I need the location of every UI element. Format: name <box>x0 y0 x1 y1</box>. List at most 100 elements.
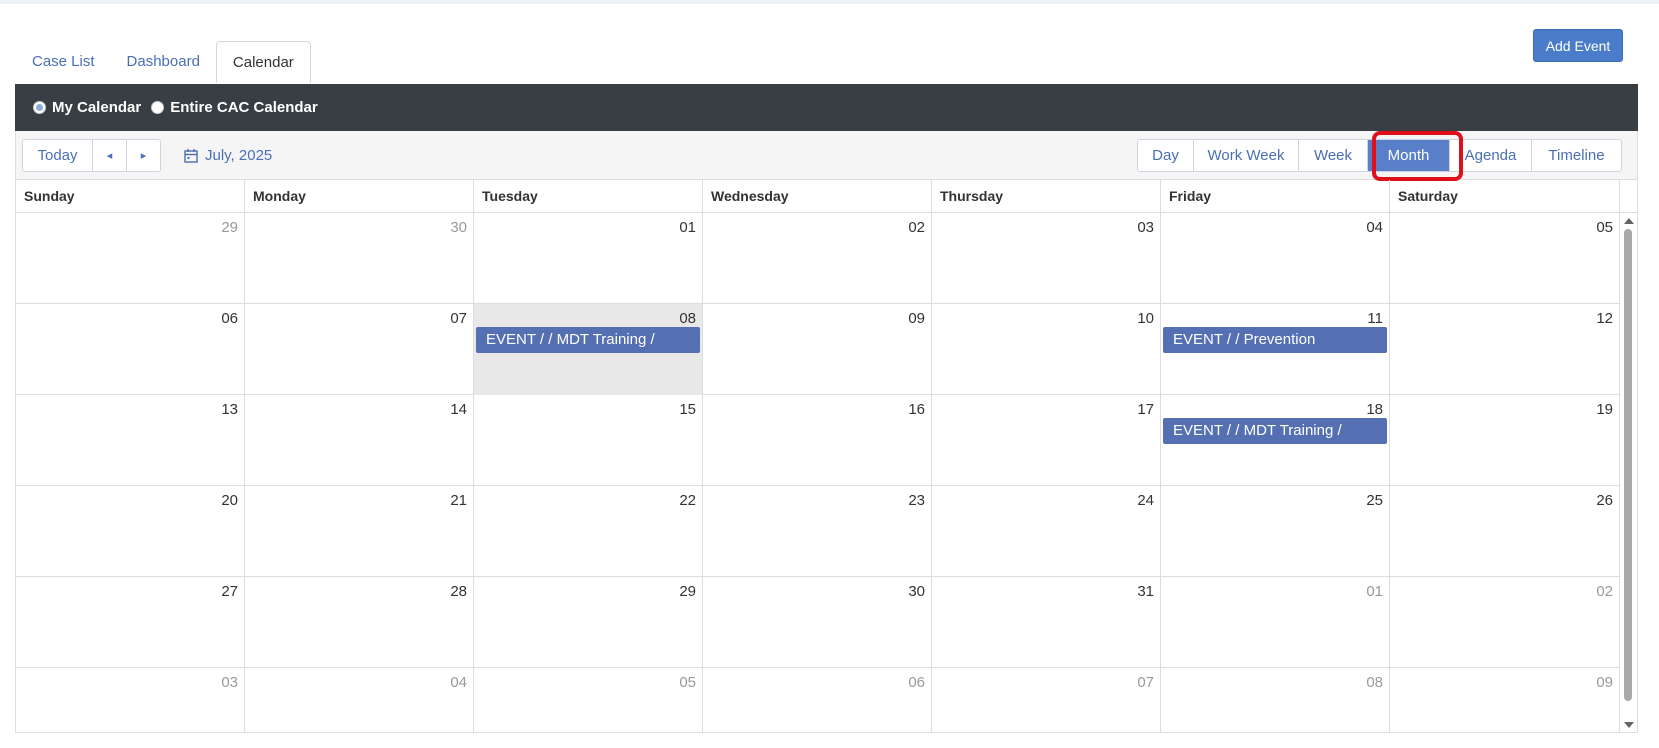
day-cell[interactable]: 21 <box>245 486 474 577</box>
day-cell[interactable]: 08 <box>1161 668 1390 732</box>
day-number[interactable]: 09 <box>1596 674 1613 691</box>
calendar-scrollbar[interactable] <box>1622 213 1635 732</box>
day-cell[interactable]: 09 <box>703 304 932 395</box>
day-number[interactable]: 23 <box>908 492 925 509</box>
day-number[interactable]: 19 <box>1596 401 1613 418</box>
day-cell[interactable]: 24 <box>932 486 1161 577</box>
day-cell[interactable]: 05 <box>474 668 703 732</box>
tab-calendar[interactable]: Calendar <box>215 41 311 83</box>
day-cell[interactable]: 08 EVENT / / MDT Training / <box>474 304 703 395</box>
day-number[interactable]: 06 <box>221 310 238 327</box>
day-cell[interactable]: 29 <box>474 577 703 668</box>
day-number[interactable]: 08 <box>679 310 696 327</box>
day-cell[interactable]: 26 <box>1390 486 1620 577</box>
day-number[interactable]: 07 <box>450 310 467 327</box>
calendar-event[interactable]: EVENT / / Prevention <box>1163 327 1387 353</box>
day-number[interactable]: 18 <box>1366 401 1383 418</box>
day-number[interactable]: 20 <box>221 492 238 509</box>
day-cell[interactable]: 01 <box>1161 577 1390 668</box>
day-number[interactable]: 16 <box>908 401 925 418</box>
scrollbar-thumb[interactable] <box>1624 229 1632 701</box>
day-cell[interactable]: 10 <box>932 304 1161 395</box>
scroll-down-arrow-icon[interactable] <box>1624 722 1634 728</box>
entire-cac-calendar-radio[interactable] <box>151 101 165 114</box>
day-number[interactable]: 30 <box>450 219 467 236</box>
day-cell[interactable]: 03 <box>16 668 245 732</box>
calendar-event[interactable]: EVENT / / MDT Training / <box>476 327 700 353</box>
my-calendar-radio[interactable] <box>33 101 46 114</box>
day-number[interactable]: 25 <box>1366 492 1383 509</box>
day-number[interactable]: 08 <box>1366 674 1383 691</box>
day-number[interactable]: 22 <box>679 492 696 509</box>
day-cell[interactable]: 29 <box>16 213 245 304</box>
day-number[interactable]: 27 <box>221 583 238 600</box>
day-cell[interactable]: 22 <box>474 486 703 577</box>
day-number[interactable]: 15 <box>679 401 696 418</box>
day-number[interactable]: 12 <box>1596 310 1613 327</box>
day-number[interactable]: 29 <box>679 583 696 600</box>
day-cell[interactable]: 06 <box>703 668 932 732</box>
day-number[interactable]: 17 <box>1137 401 1154 418</box>
day-cell[interactable]: 04 <box>245 668 474 732</box>
day-number[interactable]: 21 <box>450 492 467 509</box>
day-number[interactable]: 10 <box>1137 310 1154 327</box>
day-number[interactable]: 07 <box>1137 674 1154 691</box>
day-cell[interactable]: 30 <box>703 577 932 668</box>
day-cell[interactable]: 01 <box>474 213 703 304</box>
day-cell[interactable]: 09 <box>1390 668 1620 732</box>
day-cell[interactable]: 06 <box>16 304 245 395</box>
view-timeline-button[interactable]: Timeline <box>1532 140 1621 171</box>
day-number[interactable]: 28 <box>450 583 467 600</box>
day-cell[interactable]: 18 EVENT / / MDT Training / <box>1161 395 1390 486</box>
day-cell[interactable]: 17 <box>932 395 1161 486</box>
day-cell[interactable]: 16 <box>703 395 932 486</box>
next-button[interactable]: ▸ <box>127 140 160 171</box>
add-event-button[interactable]: Add Event <box>1533 29 1623 62</box>
day-number[interactable]: 30 <box>908 583 925 600</box>
day-cell[interactable]: 27 <box>16 577 245 668</box>
day-number[interactable]: 04 <box>450 674 467 691</box>
day-cell[interactable]: 02 <box>1390 577 1620 668</box>
day-number[interactable]: 31 <box>1137 583 1154 600</box>
day-cell[interactable]: 28 <box>245 577 474 668</box>
day-number[interactable]: 02 <box>908 219 925 236</box>
day-number[interactable]: 03 <box>221 674 238 691</box>
day-cell[interactable]: 11 EVENT / / Prevention <box>1161 304 1390 395</box>
day-cell[interactable]: 30 <box>245 213 474 304</box>
day-cell[interactable]: 25 <box>1161 486 1390 577</box>
tab-dashboard[interactable]: Dashboard <box>111 41 216 83</box>
day-number[interactable]: 09 <box>908 310 925 327</box>
day-cell[interactable]: 31 <box>932 577 1161 668</box>
tab-case-list[interactable]: Case List <box>16 41 111 83</box>
view-week-button[interactable]: Week <box>1299 140 1368 171</box>
day-number[interactable]: 26 <box>1596 492 1613 509</box>
view-work-week-button[interactable]: Work Week <box>1194 140 1299 171</box>
day-number[interactable]: 14 <box>450 401 467 418</box>
day-cell[interactable]: 07 <box>245 304 474 395</box>
prev-button[interactable]: ◂ <box>93 140 127 171</box>
day-number[interactable]: 01 <box>679 219 696 236</box>
my-calendar-label[interactable]: My Calendar <box>52 99 141 116</box>
day-number[interactable]: 05 <box>679 674 696 691</box>
day-cell[interactable]: 19 <box>1390 395 1620 486</box>
view-agenda-button[interactable]: Agenda <box>1450 140 1532 171</box>
day-number[interactable]: 02 <box>1596 583 1613 600</box>
view-day-button[interactable]: Day <box>1138 140 1194 171</box>
date-picker[interactable]: July, 2025 <box>184 139 272 172</box>
day-number[interactable]: 05 <box>1596 219 1613 236</box>
day-cell[interactable]: 05 <box>1390 213 1620 304</box>
day-cell[interactable]: 04 <box>1161 213 1390 304</box>
day-number[interactable]: 29 <box>221 219 238 236</box>
day-number[interactable]: 11 <box>1367 310 1383 327</box>
day-cell[interactable]: 02 <box>703 213 932 304</box>
day-number[interactable]: 06 <box>908 674 925 691</box>
view-month-button[interactable]: Month <box>1368 140 1450 171</box>
day-number[interactable]: 13 <box>221 401 238 418</box>
day-cell[interactable]: 20 <box>16 486 245 577</box>
day-cell[interactable]: 07 <box>932 668 1161 732</box>
day-cell[interactable]: 15 <box>474 395 703 486</box>
scroll-up-arrow-icon[interactable] <box>1624 218 1634 224</box>
today-button[interactable]: Today <box>23 140 93 171</box>
entire-cac-calendar-label[interactable]: Entire CAC Calendar <box>170 99 318 116</box>
day-number[interactable]: 01 <box>1366 583 1383 600</box>
